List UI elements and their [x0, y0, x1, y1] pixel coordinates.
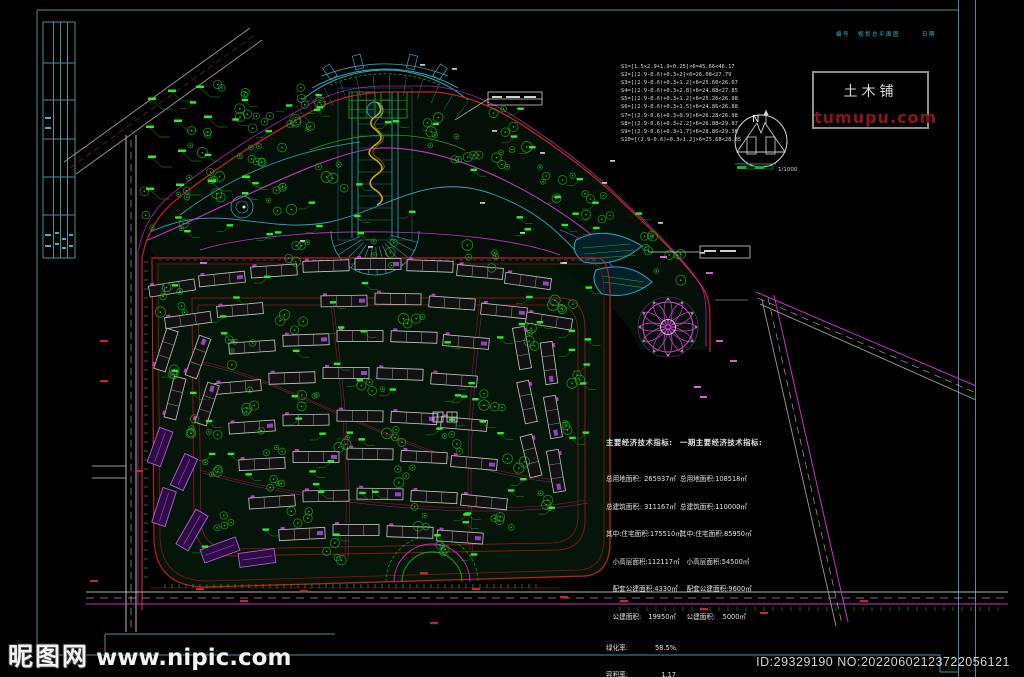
formula-line: S1=[1.5×2.9+1.9×0.25]×6=45.66<46.17: [621, 64, 735, 70]
north-label: N: [752, 114, 759, 125]
formula-line: S9=[(2.9-0.6)+0.3÷1.7]×6=28.86<29.36: [621, 128, 738, 135]
formula-line: S3=[(2.9-0.6)+0.3÷1.2]×6=25.60<26.67: [621, 80, 738, 87]
watermark-site: tumupu.com: [814, 108, 938, 127]
title-block: [42, 21, 76, 259]
table-row: 配套公建面积: 9600㎡: [680, 585, 752, 594]
table-row: 配套公建面积: 4330㎡: [606, 585, 678, 594]
scale-label: 1/1000: [778, 167, 798, 173]
table-row: 其中:住宅面积: 85950㎡: [680, 530, 752, 539]
table-row: 容积率: 1.17: [606, 671, 676, 677]
formula-line: S2=[(2.9-0.6)+0.3÷2]×6=26.08<27.79: [621, 72, 732, 79]
formula-line: S6=[(2.9-0.6)+0.3÷1.5]×6=24.86<26.88: [621, 104, 738, 111]
formula-line: S4=[(2.9-0.6)+0.3÷2.8]×6=24.88<27.85: [621, 88, 738, 95]
formula-line: S10=[(2.9-0.6)+0.3÷1.2]×6=25.68<28.85: [621, 136, 742, 143]
formula-line: S8=[(2.9-0.6)+0.3÷2.2]×6=26.88<29.87: [621, 120, 738, 127]
table-row: 总用地面积: 108518㎡: [680, 475, 747, 484]
formula-line: S7=[(2.9-0.6)+0.3÷0.9]×6=26.28<26.98: [621, 112, 738, 119]
table-row: 小高层面积: 54500㎡: [680, 557, 750, 566]
table-row: 总建筑面积: 311167㎡: [606, 502, 676, 511]
nipic-logo: 昵图网: [8, 642, 90, 671]
scale-bar: 1/1000: [735, 163, 798, 173]
table-phase1-indicators: 一期主要经济技术指标: 总用地面积: 108518㎡ 总建筑面积: 110000㎡ …: [680, 420, 763, 641]
header-no-label: 编号: [836, 32, 851, 38]
formula-line: S5=[(2.9-0.6)+0.3÷1.2]×6=25.26<26.98: [621, 96, 738, 103]
table-row: 其中:住宅面积: 175510㎡: [606, 530, 682, 539]
s-formula-list: S1=[1.5×2.9+1.9×0.25]×6=45.66<46.17 S2=[…: [621, 63, 741, 144]
watermark-box: 土木铺 tumupu.com: [812, 71, 938, 129]
table-row: 总用地面积: 265937㎡: [606, 475, 676, 484]
table-row: 小高层面积: 112117㎡: [606, 557, 680, 566]
north-arrow: N 1/1000: [734, 110, 798, 173]
table-row: 绿化率: 58.5%: [606, 643, 676, 652]
table-title: 一期主要经济技术指标:: [680, 438, 763, 448]
table-main-indicators: 主要经济技术指标: 总用地面积: 265937㎡ 总建筑面积: 311167㎡ 其中…: [606, 420, 682, 677]
table-title: 主要经济技术指标:: [606, 438, 673, 448]
nipic-url: www.nipic.com: [96, 645, 292, 671]
footer-watermark: 昵图网 www.nipic.com: [8, 637, 291, 673]
table-row: 公建面积: 19950㎡: [606, 613, 676, 622]
header-drawing-title: 规划总平面图: [858, 32, 901, 38]
table-row: 公建面积: 5000㎡: [680, 613, 746, 622]
image-id-text: ID:29329190 NO:20220602123722056121: [756, 655, 1010, 669]
table-row: 总建筑面积: 110000㎡: [680, 502, 747, 511]
cad-drawing-preview[interactable]: N 1/1000 编号 规划总平面图 日期 S1=[1.5×2.9+1.9×0.…: [0, 0, 1024, 677]
watermark-brand: 土木铺: [843, 84, 898, 100]
header-date-label: 日期: [922, 32, 937, 38]
